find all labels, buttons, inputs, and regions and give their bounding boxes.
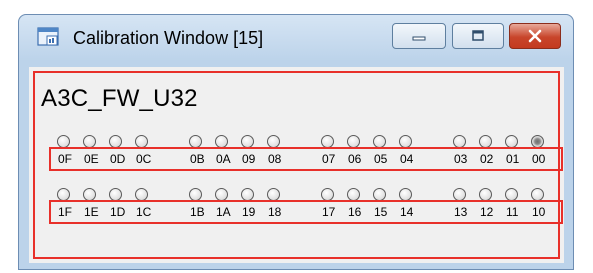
register-label-04: 04	[400, 152, 414, 166]
device-name: A3C_FW_U32	[41, 85, 198, 112]
maximize-button[interactable]	[452, 23, 504, 49]
calibration-window-icon	[37, 27, 59, 46]
register-label-18: 18	[268, 205, 282, 219]
register-label-box-2: 1F 1E 1D 1C 1B 1A 19 18 17 16 15 14 13 12 11 10	[49, 200, 563, 224]
register-label-06: 06	[348, 152, 362, 166]
register-label-08: 08	[268, 152, 282, 166]
register-label-16: 16	[348, 205, 362, 219]
calibration-window: Calibration Window [15] A3C_FW_U32 0F 0E 0…	[18, 14, 574, 270]
register-label-0e: 0E	[84, 152, 99, 166]
register-label-14: 14	[400, 205, 414, 219]
close-icon	[528, 29, 542, 43]
register-label-00: 00	[532, 152, 546, 166]
register-label-10: 10	[532, 205, 546, 219]
client-area: A3C_FW_U32 0F 0E 0D 0C 0B 0A 09 08 07 06 05 04 03 02 0…	[29, 67, 564, 263]
register-label-0b: 0B	[190, 152, 205, 166]
register-label-1e: 1E	[84, 205, 99, 219]
minimize-icon	[412, 36, 426, 41]
register-label-05: 05	[374, 152, 388, 166]
maximize-icon	[472, 30, 484, 41]
minimize-button[interactable]	[392, 23, 446, 49]
register-label-12: 12	[480, 205, 494, 219]
device-frame: A3C_FW_U32 0F 0E 0D 0C 0B 0A 09 08 07 06 05 04 03 02 0…	[33, 71, 563, 259]
register-label-0f: 0F	[58, 152, 73, 166]
register-label-box-1: 0F 0E 0D 0C 0B 0A 09 08 07 06 05 04 03 02 01 00	[49, 147, 563, 171]
register-label-1d: 1D	[110, 205, 126, 219]
register-label-0a: 0A	[216, 152, 231, 166]
register-label-01: 01	[506, 152, 520, 166]
register-label-17: 17	[322, 205, 336, 219]
register-label-03: 03	[454, 152, 468, 166]
register-label-1a: 1A	[216, 205, 231, 219]
register-label-19: 19	[242, 205, 256, 219]
register-label-1f: 1F	[58, 205, 73, 219]
register-label-11: 11	[506, 205, 519, 219]
register-label-1b: 1B	[190, 205, 205, 219]
title-bar[interactable]: Calibration Window [15]	[19, 15, 573, 61]
window-title: Calibration Window [15]	[73, 28, 264, 48]
register-label-09: 09	[242, 152, 256, 166]
register-label-0d: 0D	[110, 152, 126, 166]
register-label-1c: 1C	[136, 205, 152, 219]
register-label-13: 13	[454, 205, 468, 219]
close-button[interactable]	[509, 23, 561, 49]
register-label-07: 07	[322, 152, 336, 166]
register-label-15: 15	[374, 205, 388, 219]
register-label-0c: 0C	[136, 152, 152, 166]
register-label-02: 02	[480, 152, 494, 166]
